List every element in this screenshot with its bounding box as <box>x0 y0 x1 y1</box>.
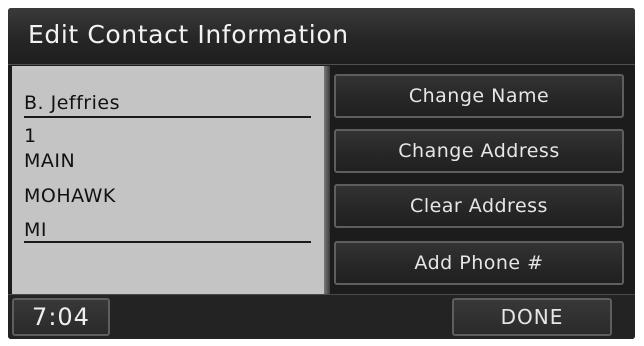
done-button[interactable]: DONE <box>452 298 612 336</box>
edit-contact-screen: Edit Contact Information B. Jeffries 1 M… <box>8 8 635 339</box>
name-divider <box>24 116 311 118</box>
contact-info-panel: B. Jeffries 1 MAIN MOHAWK MI <box>12 66 324 294</box>
address-line-city: MOHAWK <box>24 185 116 207</box>
clock-display[interactable]: 7:04 <box>12 298 110 336</box>
page-title: Edit Contact Information <box>28 20 349 49</box>
address-line-number: 1 <box>24 125 37 147</box>
address-line-state: MI <box>24 219 47 241</box>
title-bar: Edit Contact Information <box>8 8 635 65</box>
contact-name: B. Jeffries <box>24 92 120 114</box>
panel-divider <box>324 66 330 294</box>
change-address-button[interactable]: Change Address <box>334 129 624 173</box>
add-phone-button[interactable]: Add Phone # <box>334 241 624 285</box>
clear-address-button[interactable]: Clear Address <box>334 184 624 228</box>
address-divider <box>24 241 311 243</box>
address-line-street: MAIN <box>24 150 76 172</box>
change-name-button[interactable]: Change Name <box>334 74 624 118</box>
